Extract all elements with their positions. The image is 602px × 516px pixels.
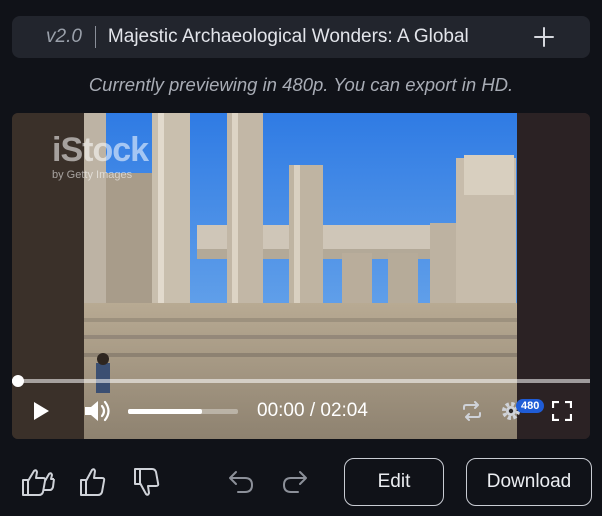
download-button[interactable]: Download	[466, 458, 592, 506]
thumbs-down-icon[interactable]	[127, 462, 167, 502]
preview-resolution-note: Currently previewing in 480p. You can ex…	[88, 74, 514, 95]
volume-level	[128, 409, 202, 414]
super-like-icon[interactable]	[18, 462, 58, 502]
quality-badge: 480	[516, 399, 545, 413]
progress-bar[interactable]	[12, 375, 590, 387]
time-display: 00:00 / 02:04	[257, 400, 368, 421]
loop-icon[interactable]	[460, 400, 484, 422]
stock-watermark: iStock by Getty Images	[52, 131, 149, 182]
undo-icon[interactable]	[221, 462, 261, 502]
plus-icon[interactable]	[532, 25, 556, 49]
title-divider	[94, 26, 96, 48]
volume-icon[interactable]	[82, 398, 114, 424]
play-icon[interactable]	[30, 399, 52, 423]
title-bar: v2.0 Majestic Archaeological Wonders: A …	[12, 16, 590, 58]
video-title[interactable]: Majestic Archaeological Wonders: A Globa…	[108, 26, 495, 48]
volume-slider[interactable]	[128, 409, 238, 414]
player-controls: 00:00 / 02:04 480	[12, 389, 590, 435]
video-preview-panel: v2.0 Majestic Archaeological Wonders: A …	[0, 0, 602, 516]
fullscreen-icon[interactable]	[551, 400, 573, 422]
edit-button[interactable]: Edit	[344, 458, 444, 506]
version-label[interactable]: v2.0	[46, 26, 82, 48]
watermark-brand: iStock	[52, 131, 149, 169]
redo-icon[interactable]	[275, 462, 315, 502]
watermark-credit: by Getty Images	[52, 169, 133, 181]
video-player[interactable]: iStock by Getty Images 00:00 / 02:04 480	[12, 113, 590, 439]
thumbs-up-icon[interactable]	[73, 462, 113, 502]
progress-handle[interactable]	[12, 375, 24, 387]
